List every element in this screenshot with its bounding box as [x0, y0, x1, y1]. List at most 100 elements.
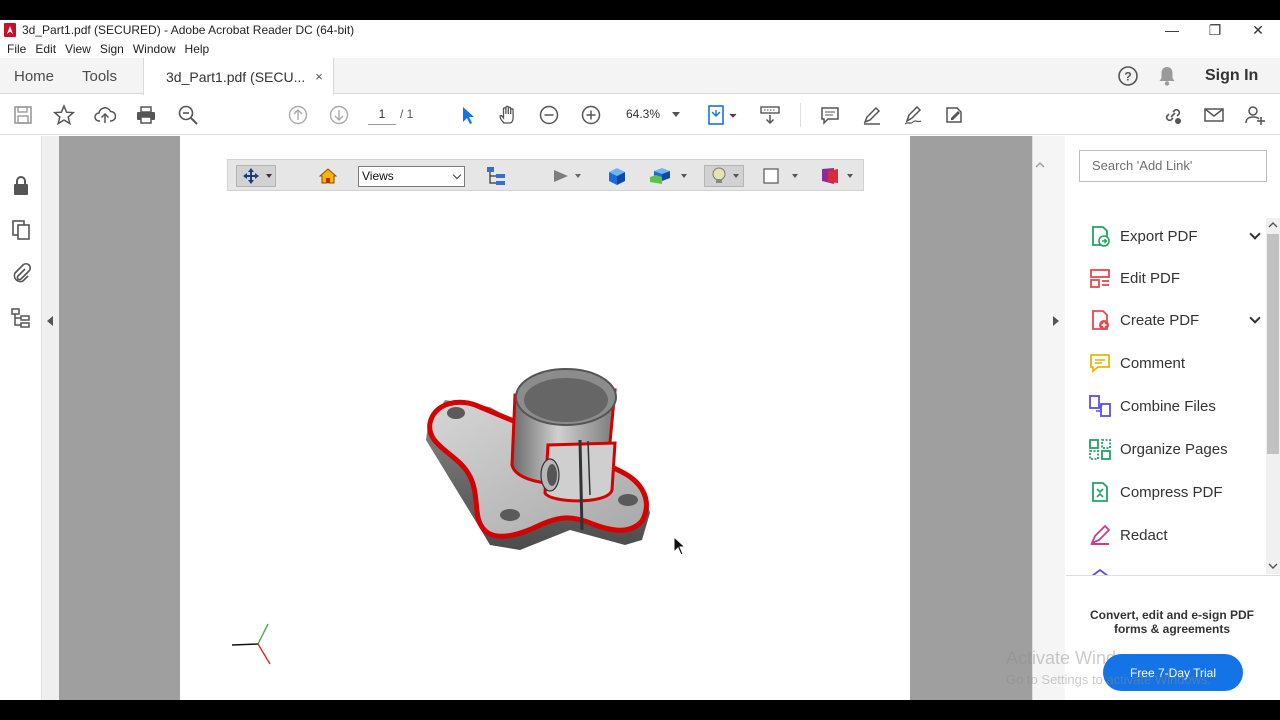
projection-cube-icon[interactable]: [606, 165, 628, 187]
tool-combine-files[interactable]: Combine Files: [1088, 392, 1263, 420]
tab-tools[interactable]: Tools: [82, 58, 117, 94]
menu-view[interactable]: View: [65, 42, 91, 56]
window-title: 3d_Part1.pdf (SECURED) - Adobe Acrobat R…: [22, 23, 355, 37]
tool-redact-label: Redact: [1120, 526, 1168, 544]
3d-part-model[interactable]: [420, 345, 660, 560]
send-sign-icon[interactable]: [942, 103, 966, 127]
right-panel-scroll-thumb[interactable]: [1267, 234, 1279, 454]
tool-compress-pdf[interactable]: Compress PDF: [1088, 478, 1263, 506]
tool-comment[interactable]: Comment: [1088, 349, 1263, 377]
main-toolbar: 1 / 1 64.3%: [0, 95, 1280, 135]
lighting-icon[interactable]: [704, 165, 744, 187]
tool-organize-pages-label: Organize Pages: [1120, 440, 1228, 458]
cross-section-icon[interactable]: [818, 165, 858, 187]
save-icon[interactable]: [11, 103, 35, 127]
acrobat-window: 3d_Part1.pdf (SECURED) - Adobe Acrobat R…: [0, 20, 1280, 700]
highlight-pen-icon[interactable]: [860, 103, 884, 127]
tab-home[interactable]: Home: [14, 58, 54, 94]
tab-close-icon[interactable]: ×: [315, 69, 323, 84]
menu-window[interactable]: Window: [133, 42, 176, 56]
minimize-button[interactable]: —: [1150, 20, 1194, 40]
right-panel-scrollbar[interactable]: [1266, 218, 1280, 574]
render-mode-icon[interactable]: [648, 165, 688, 187]
tab-document[interactable]: 3d_Part1.pdf (SECU... ×: [143, 58, 334, 95]
tool-combine-files-label: Combine Files: [1120, 397, 1216, 415]
tools-search-input[interactable]: Search 'Add Link': [1079, 150, 1267, 182]
lock-icon[interactable]: [9, 174, 33, 198]
model-tree-icon[interactable]: [9, 306, 33, 330]
chevron-down-icon[interactable]: [1249, 228, 1261, 240]
tool-edit-pdf-label: Edit PDF: [1120, 269, 1181, 287]
share-link-icon[interactable]: [1161, 103, 1185, 127]
print-icon[interactable]: [134, 103, 158, 127]
sign-in-button[interactable]: Sign In: [1205, 58, 1258, 94]
compress-pdf-icon: [1092, 482, 1108, 502]
tab-document-label: 3d_Part1.pdf (SECU...: [166, 68, 306, 85]
previous-page-icon[interactable]: [286, 103, 310, 127]
tool-edit-pdf[interactable]: Edit PDF: [1088, 264, 1263, 292]
background-color-icon[interactable]: [760, 165, 802, 187]
tool-redact[interactable]: Redact: [1088, 521, 1263, 549]
views-dropdown[interactable]: Views: [358, 166, 465, 187]
add-user-icon[interactable]: [1243, 103, 1267, 127]
collapse-right-panel-icon[interactable]: [1048, 314, 1062, 328]
tool-compress-pdf-label: Compress PDF: [1120, 483, 1223, 501]
tool-export-pdf[interactable]: Export PDF: [1088, 222, 1263, 250]
export-pdf-icon: [1092, 226, 1110, 247]
play-animation-icon[interactable]: [550, 165, 584, 187]
tool-comment-label: Comment: [1120, 354, 1186, 372]
zoom-in-icon[interactable]: [579, 103, 603, 127]
comment-icon: [1090, 354, 1110, 373]
3d-toolbar: Views: [227, 159, 864, 191]
title-bar: 3d_Part1.pdf (SECURED) - Adobe Acrobat R…: [0, 20, 1280, 40]
combine-files-icon: [1089, 395, 1111, 417]
sign-pen-icon[interactable]: [901, 103, 925, 127]
email-icon[interactable]: [1202, 103, 1226, 127]
fit-page-icon[interactable]: [706, 103, 740, 127]
document-scrollbar-track[interactable]: [1032, 136, 1065, 700]
redact-icon: [1090, 524, 1111, 545]
svg-text:?: ?: [1124, 70, 1131, 84]
restore-button[interactable]: ❐: [1193, 20, 1237, 40]
scroll-mode-icon[interactable]: [758, 103, 782, 127]
zoom-level-dropdown[interactable]: 64.3%: [618, 103, 688, 125]
upload-cloud-icon[interactable]: [93, 103, 117, 127]
home-view-icon[interactable]: [317, 165, 339, 187]
menu-edit[interactable]: Edit: [35, 42, 56, 56]
attachment-paperclip-icon[interactable]: [9, 262, 33, 286]
panel-scroll-down-icon[interactable]: [1267, 561, 1279, 571]
menu-sign[interactable]: Sign: [100, 42, 124, 56]
edit-pdf-icon: [1090, 269, 1110, 288]
tool-create-pdf-label: Create PDF: [1120, 311, 1200, 329]
hand-tool-icon[interactable]: [496, 103, 520, 127]
panel-scroll-up-icon[interactable]: [1267, 220, 1279, 230]
expand-left-panel-icon[interactable]: [44, 314, 58, 328]
menu-file[interactable]: File: [7, 42, 26, 56]
tool-organize-pages[interactable]: Organize Pages: [1088, 435, 1263, 463]
zoom-out-search-icon[interactable]: [176, 103, 200, 127]
tool-create-pdf[interactable]: Create PDF: [1088, 306, 1263, 334]
help-icon[interactable]: ?: [1117, 58, 1139, 94]
model-tree-toggle-icon[interactable]: [484, 165, 508, 187]
notifications-bell-icon[interactable]: [1157, 58, 1177, 94]
page-thumbnails-icon[interactable]: [9, 218, 33, 242]
menu-help[interactable]: Help: [185, 42, 210, 56]
bookmark-star-icon[interactable]: [52, 103, 76, 127]
scroll-up-arrow-icon[interactable]: [1034, 160, 1046, 170]
page-number-input[interactable]: 1: [368, 103, 396, 125]
tab-bar: Home Tools 3d_Part1.pdf (SECU... × ? Sig…: [0, 58, 1280, 95]
screen: 3d_Part1.pdf (SECURED) - Adobe Acrobat R…: [0, 0, 1280, 720]
next-page-icon[interactable]: [327, 103, 351, 127]
chevron-down-icon[interactable]: [1249, 312, 1261, 324]
rotate-tool-icon[interactable]: [236, 165, 276, 187]
select-arrow-icon[interactable]: [455, 103, 479, 127]
zoom-out-icon[interactable]: [537, 103, 561, 127]
mouse-cursor-icon: [673, 536, 687, 556]
organize-pages-icon: [1089, 439, 1111, 460]
toolbar-separator: [800, 103, 801, 127]
menu-bar: File Edit View Sign Window Help: [0, 40, 211, 58]
page-total: / 1: [400, 107, 414, 121]
close-window-button[interactable]: ✕: [1236, 20, 1280, 40]
create-pdf-icon: [1092, 310, 1109, 330]
comment-tool-icon[interactable]: [818, 103, 842, 127]
